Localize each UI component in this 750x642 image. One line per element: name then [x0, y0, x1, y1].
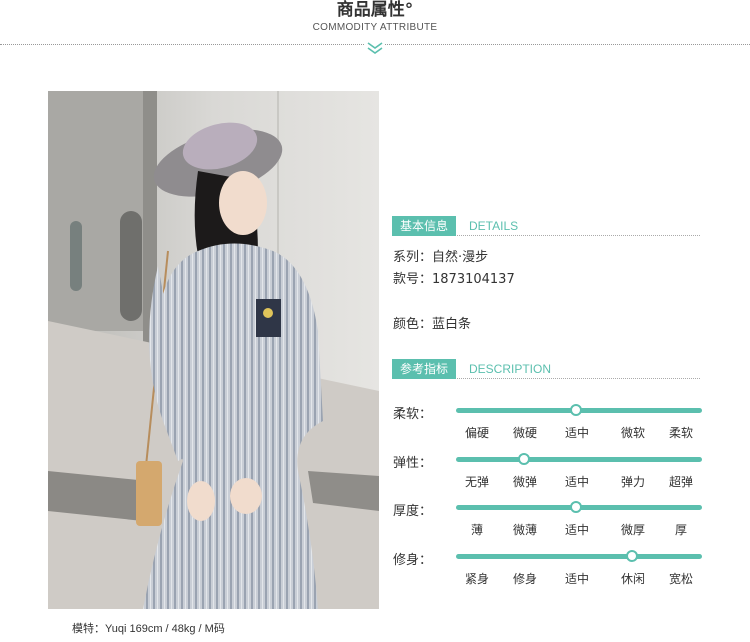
indicator-label: 弹性： [393, 456, 433, 471]
indicator-option: 无弹 [464, 475, 489, 489]
indicator-option: 宽松 [668, 572, 693, 586]
indicator-knob [626, 550, 638, 562]
indicator-option: 厚 [674, 523, 687, 537]
indicator-option: 偏硬 [464, 426, 489, 440]
indicator-option: 微薄 [512, 523, 537, 537]
indicator-option: 适中 [564, 475, 589, 489]
tag-reference: 参考指标 [392, 359, 457, 379]
indicator-knob [570, 501, 582, 513]
indicator-option: 适中 [564, 572, 589, 586]
indicator-option: 薄 [470, 523, 483, 537]
indicator-option: 适中 [564, 426, 589, 440]
section-title: 商品属性° [336, 0, 414, 20]
chevron-down-icon [365, 40, 385, 54]
label-details: DETAILS [469, 219, 519, 233]
indicator-option: 柔软 [668, 426, 693, 440]
indicator-label: 厚度： [393, 504, 433, 519]
label-description: DESCRIPTION [469, 362, 552, 376]
indicator-option: 微厚 [620, 523, 645, 537]
indicator-label: 柔软： [393, 407, 433, 422]
model-caption: 模特：Yuqi 169cm / 48kg / M码 [72, 623, 225, 635]
indicator-option: 微软 [620, 426, 645, 440]
section-subtitle: COMMODITY ATTRIBUTE [312, 22, 438, 33]
indicator-knob [570, 404, 582, 416]
tag-basic-info: 基本信息 [392, 216, 457, 236]
section-header-description: 参考指标 DESCRIPTION [392, 359, 700, 379]
indicator-option: 紧身 [464, 572, 489, 586]
indicator-option: 修身 [512, 572, 537, 586]
indicator-option: 休闲 [620, 572, 645, 586]
indicator-option: 超弹 [668, 475, 693, 489]
indicator-option: 微弹 [512, 475, 537, 489]
model-photo [48, 91, 379, 609]
info-code: 款号：1873104137 [393, 272, 515, 287]
indicator-label: 修身： [393, 553, 433, 568]
indicator-knob [518, 453, 530, 465]
indicator-option: 适中 [564, 523, 589, 537]
indicator-option: 弹力 [620, 475, 645, 489]
info-series: 系列：自然·漫步 [393, 250, 489, 265]
indicator-track [456, 457, 702, 462]
section-header-details: 基本信息 DETAILS [392, 216, 700, 236]
indicator-track [456, 554, 702, 559]
indicator-option: 微硬 [512, 426, 537, 440]
info-color: 颜色：蓝白条 [393, 317, 472, 332]
